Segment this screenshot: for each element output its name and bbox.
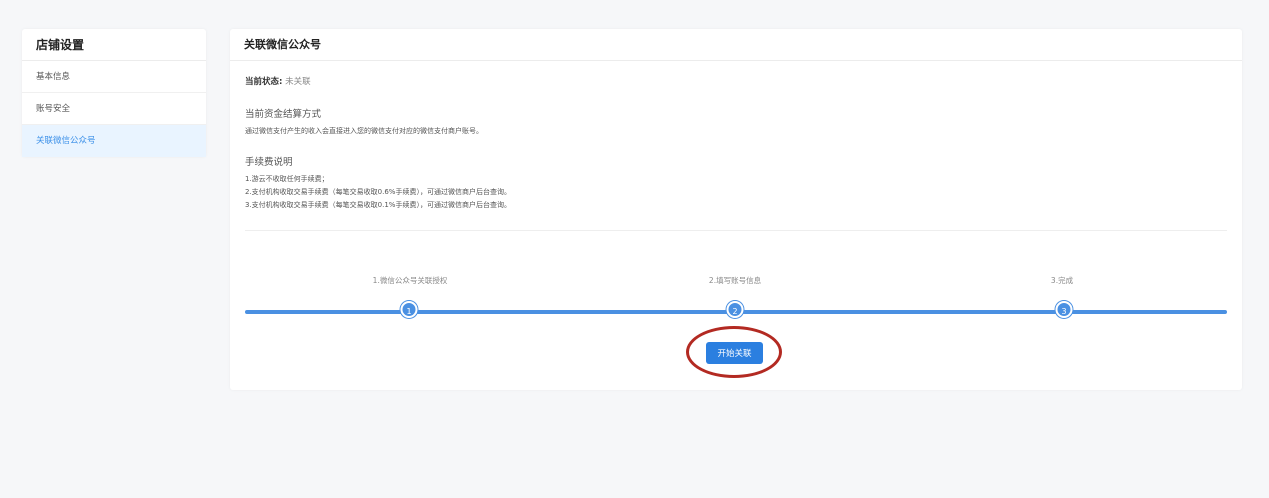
sidebar-item-account-security[interactable]: 账号安全 bbox=[22, 93, 206, 125]
settlement-text: 通过微信支付产生的收入会直接进入您的微信支付对应的微信支付商户账号。 bbox=[245, 127, 483, 135]
main-panel: 关联微信公众号 当前状态: 未关联 当前资金结算方式 通过微信支付产生的收入会直… bbox=[230, 29, 1242, 390]
divider bbox=[245, 230, 1227, 231]
step-label-3: 3.完成 bbox=[1050, 276, 1074, 285]
step-label-2: 2.填写账号信息 bbox=[708, 276, 762, 285]
status-label: 当前状态: bbox=[245, 77, 283, 87]
step-dot-3: 3 bbox=[1055, 301, 1073, 318]
start-link-button[interactable]: 开始关联 bbox=[706, 342, 763, 364]
step-label-1: 1.微信公众号关联授权 bbox=[372, 276, 448, 285]
sidebar-item-basic-info[interactable]: 基本信息 bbox=[22, 61, 206, 93]
settlement-title: 当前资金结算方式 bbox=[245, 109, 322, 120]
sidebar-item-link-wechat[interactable]: 关联微信公众号 bbox=[22, 125, 206, 157]
fee-line-3: 3.支付机构收取交易手续费（每笔交易收取0.1%手续费），可通过微信商户后台查询… bbox=[245, 201, 511, 209]
status-value: 未关联 bbox=[285, 77, 311, 87]
page-title: 关联微信公众号 bbox=[230, 29, 1242, 61]
fee-line-1: 1.游云不收取任何手续费； bbox=[245, 175, 329, 183]
sidebar-title: 店铺设置 bbox=[22, 29, 206, 61]
sidebar: 店铺设置 基本信息 账号安全 关联微信公众号 bbox=[22, 29, 206, 157]
step-dot-2: 2 bbox=[726, 301, 744, 318]
status-row: 当前状态: 未关联 bbox=[245, 75, 311, 87]
fee-line-2: 2.支付机构收取交易手续费（每笔交易收取0.6%手续费），可通过微信商户后台查询… bbox=[245, 188, 511, 196]
fee-title: 手续费说明 bbox=[245, 157, 293, 168]
step-dot-1: 1 bbox=[400, 301, 418, 318]
